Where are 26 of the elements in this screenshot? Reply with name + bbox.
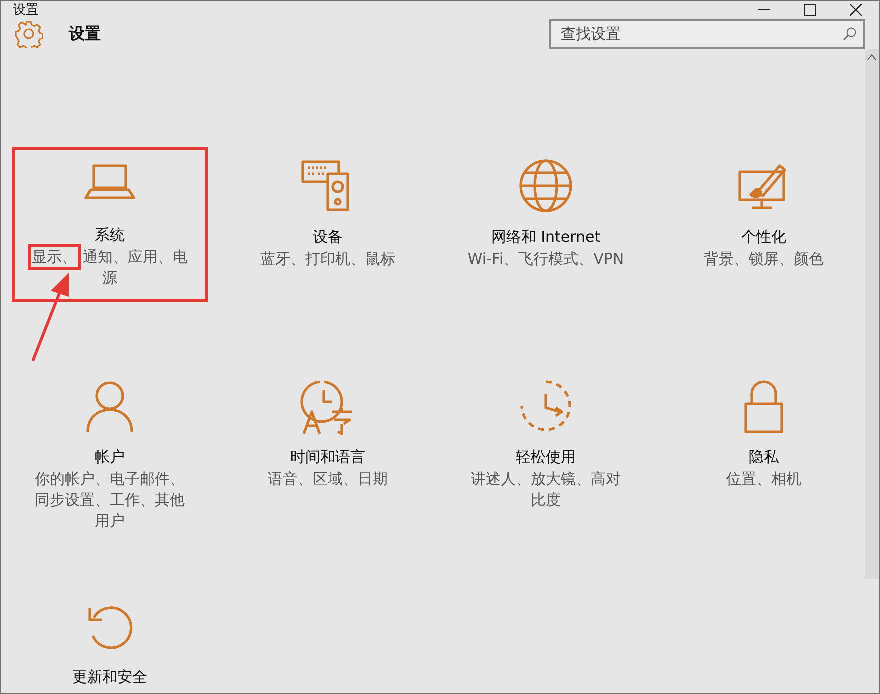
tile-description: 位置、相机 xyxy=(726,469,802,490)
tile-description: 你的帐户、电子邮件、同步设置、工作、其他用户 xyxy=(34,469,186,532)
tile-title[interactable]: 网络和 Internet xyxy=(491,228,601,247)
tile-description: Wi-Fi、飞行模式、VPN xyxy=(468,249,624,270)
tile-title[interactable]: 隐私 xyxy=(749,448,779,467)
scrollbar[interactable] xyxy=(865,49,879,579)
tile-title[interactable]: 时间和语言 xyxy=(290,448,366,467)
tile-title[interactable]: 更新和安全 xyxy=(72,668,148,687)
settings-icon xyxy=(15,20,43,48)
tile-description: 蓝牙、打印机、鼠标 xyxy=(260,249,396,270)
search-icon[interactable] xyxy=(843,27,857,41)
window-title: 设置 xyxy=(13,2,39,19)
tile-description: 背景、锁屏、颜色 xyxy=(704,249,824,270)
search-field[interactable]: 查找设置 xyxy=(549,19,865,49)
tile-title[interactable]: 帐户 xyxy=(95,448,125,467)
tile-title[interactable]: 设备 xyxy=(313,228,343,247)
page-title: 设置 xyxy=(69,24,101,44)
tile-title[interactable]: 轻松使用 xyxy=(516,448,576,467)
tile-description: 显示、 通知、应用、电源 xyxy=(30,247,190,289)
tile-title[interactable]: 个性化 xyxy=(742,228,786,247)
tile-description: 讲述人、放大镜、高对比度 xyxy=(470,469,622,511)
close-icon[interactable] xyxy=(850,4,862,16)
scroll-up-icon[interactable] xyxy=(867,53,877,61)
tile-title[interactable]: 系统 xyxy=(95,226,125,245)
tile-description: 语音、区域、日期 xyxy=(268,469,388,490)
maximize-icon[interactable] xyxy=(804,4,816,16)
